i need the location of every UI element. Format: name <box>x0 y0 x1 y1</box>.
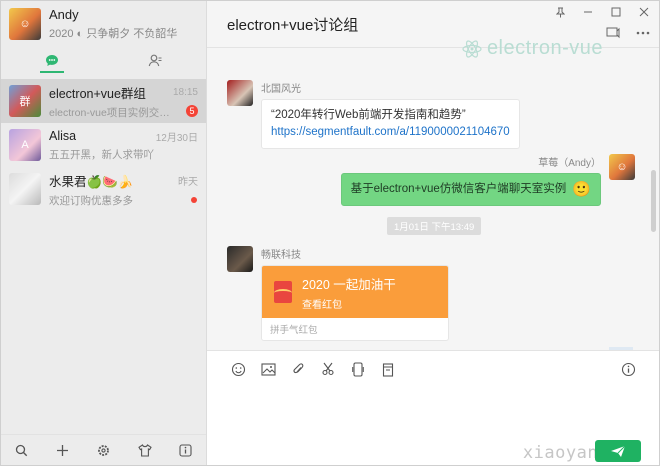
message-list: 北国风光 “2020年转行Web前端开发指南和趋势” https://segme… <box>207 48 659 349</box>
sidebar-tabs <box>1 47 206 79</box>
message-input[interactable] <box>227 387 639 435</box>
message-bubble[interactable]: “2020年转行Web前端开发指南和趋势” https://segmentfau… <box>261 99 520 149</box>
chat-item-time: 12月30日 <box>155 132 198 144</box>
user-name: Andy <box>49 7 79 22</box>
chat-panel: electron+vue讨论组 electron-vue 北国风光 “2020年… <box>207 1 659 465</box>
more-icon[interactable] <box>635 25 651 41</box>
group-avatar: 群 <box>9 85 41 117</box>
alisa-avatar: A <box>9 129 41 161</box>
tab-contacts-indicator <box>143 71 167 73</box>
changlian-avatar[interactable] <box>227 246 253 272</box>
self-avatar[interactable]: ☺ <box>609 154 635 180</box>
chat-item-meta: 水果君🍏🍉🍌 昨天 欢迎订购优惠多多 <box>49 171 198 208</box>
chat-item-time: 昨天 <box>178 176 198 188</box>
pin-icon[interactable] <box>551 5 569 19</box>
red-packet[interactable]: 2020 一起加油干 查看红包 拼手气红包 <box>261 265 449 341</box>
send-icon <box>611 445 626 457</box>
contacts-icon <box>148 54 162 66</box>
chat-item-preview: 欢迎订购优惠多多 <box>49 194 133 207</box>
chat-item-title: 水果君🍏🍉🍌 <box>49 174 134 189</box>
chat-item-time: 18:15 <box>172 86 198 98</box>
smile-emoji: 🙂 <box>572 181 591 198</box>
red-packet-title: 2020 一起加油干 <box>302 277 396 292</box>
tab-chat-indicator <box>40 70 65 73</box>
red-packet-subtitle: 查看红包 <box>302 299 342 311</box>
add-icon[interactable] <box>53 440 73 460</box>
maximize-icon[interactable] <box>607 5 625 19</box>
unread-badge: 5 <box>186 105 198 117</box>
message-item-self: ☺ 草莓（Andy） 基于electron+vue仿微信客户端聊天室实例 🙂 <box>340 154 635 206</box>
user-info: Andy 2020 ◐ 只争朝夕 不负韶华 <box>49 7 177 41</box>
image-icon[interactable] <box>259 360 277 378</box>
message-editor: xiaoyan2019 <box>207 350 659 465</box>
red-envelope-icon <box>274 281 292 303</box>
chat-item-title: Alisa <box>49 129 77 143</box>
phone-icon[interactable] <box>349 360 367 378</box>
minimize-icon[interactable] <box>579 5 597 19</box>
message-text: 基于electron+vue仿微信客户端聊天室实例 <box>350 183 567 195</box>
message-scrollbar[interactable] <box>651 170 656 232</box>
wechat-window: ☺ Andy 2020 ◐ 只争朝夕 不负韶华 群 electron+vue群组… <box>0 0 660 466</box>
message-sender: 草莓（Andy） <box>538 158 601 169</box>
chat-item-title: electron+vue群组 <box>49 86 146 101</box>
info-icon[interactable] <box>176 440 196 460</box>
chat-bubble-icon <box>46 54 59 66</box>
chat-list: 群 electron+vue群组 18:15 electron-vue项目实例交… <box>1 79 206 211</box>
scissors-icon[interactable] <box>319 360 337 378</box>
favorites-icon[interactable] <box>379 360 397 378</box>
chat-item-electron-vue-group[interactable]: 群 electron+vue群组 18:15 electron-vue项目实例交… <box>1 79 206 123</box>
chat-item-alisa[interactable]: A Alisa 12月30日 五五开黑，新人求带吖 <box>1 123 206 167</box>
message-item: 北国风光 “2020年转行Web前端开发指南和趋势” https://segme… <box>227 80 520 149</box>
sidebar: ☺ Andy 2020 ◐ 只争朝夕 不负韶华 群 electron+vue群组… <box>1 1 207 465</box>
message-item-redpacket: 畅联科技 2020 一起加油干 查看红包 拼手气红包 <box>227 246 449 341</box>
message-text: “2020年转行Web前端开发指南和趋势” <box>271 109 466 121</box>
tab-contacts[interactable] <box>104 47 207 79</box>
chat-item-fruit[interactable]: 水果君🍏🍉🍌 昨天 欢迎订购优惠多多 <box>1 167 206 211</box>
tab-chat[interactable] <box>1 47 104 79</box>
feedback-icon[interactable] <box>605 25 621 41</box>
chat-item-meta: Alisa 12月30日 五五开黑，新人求带吖 <box>49 129 198 162</box>
header-actions <box>605 25 651 41</box>
chat-item-preview: 五五开黑，新人求带吖 <box>49 148 154 161</box>
user-profile: ☺ Andy 2020 ◐ 只争朝夕 不负韶华 <box>1 1 206 47</box>
send-button[interactable] <box>595 440 641 462</box>
message-sender: 畅联科技 <box>261 250 301 261</box>
window-controls <box>551 5 653 19</box>
chat-item-preview: electron-vue项目实例交流… <box>49 106 177 119</box>
chat-item-meta: electron+vue群组 18:15 electron-vue项目实例交流… <box>49 83 198 120</box>
unread-dot <box>191 197 197 203</box>
sidebar-footer <box>1 434 206 465</box>
message-bubble[interactable]: 基于electron+vue仿微信客户端聊天室实例 🙂 <box>340 173 601 206</box>
info-circle-icon[interactable] <box>619 360 637 378</box>
attachment-icon[interactable] <box>289 360 307 378</box>
search-icon[interactable] <box>12 440 32 460</box>
chat-header: electron+vue讨论组 electron-vue <box>207 1 659 59</box>
user-signature: 2020 ◐ 只争朝夕 不负韶华 <box>49 28 178 40</box>
fruit-avatar <box>9 173 41 205</box>
chat-title: electron+vue讨论组 <box>227 16 359 34</box>
message-timestamp: 1月01日 下午13:49 <box>387 217 482 235</box>
message-link[interactable]: https://segmentfault.com/a/1190000021104… <box>271 126 510 138</box>
beiguo-avatar[interactable] <box>227 80 253 106</box>
tshirt-icon[interactable] <box>135 440 155 460</box>
red-packet-footer: 拼手气红包 <box>270 325 318 336</box>
settings-icon[interactable] <box>94 440 114 460</box>
editor-toolbar <box>207 351 659 387</box>
emoji-icon[interactable] <box>229 360 247 378</box>
message-sender: 北国风光 <box>261 84 301 95</box>
close-icon[interactable] <box>635 5 653 19</box>
user-avatar[interactable]: ☺ <box>9 8 41 40</box>
